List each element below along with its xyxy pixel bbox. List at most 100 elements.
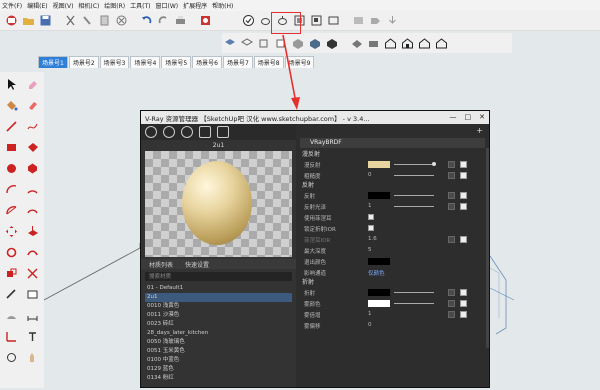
- materials-tab-icon[interactable]: [145, 126, 157, 138]
- fog-mult-value[interactable]: 1: [368, 311, 372, 317]
- scene-tab-2[interactable]: 场景号2: [68, 56, 99, 68]
- move-icon[interactable]: [2, 222, 20, 240]
- list-item[interactable]: 0010 浅黄色: [145, 302, 292, 311]
- list-item[interactable]: 0129 蓝色: [145, 365, 292, 374]
- enable-checkbox[interactable]: [460, 300, 467, 307]
- reflection-color-swatch[interactable]: [368, 192, 390, 199]
- gloss-slider[interactable]: [394, 206, 434, 207]
- paste-icon[interactable]: [97, 13, 112, 28]
- eraser-icon[interactable]: [23, 75, 41, 93]
- list-item[interactable]: 0100 中蓝色: [145, 356, 292, 365]
- settings-tab-icon[interactable]: [217, 126, 229, 138]
- section-diffuse[interactable]: 漫反射: [296, 150, 489, 159]
- list-item[interactable]: 2u1: [145, 293, 292, 302]
- eraser-pink-icon[interactable]: [23, 96, 41, 114]
- render-elements-tab-icon[interactable]: [199, 126, 211, 138]
- exit-color-swatch[interactable]: [368, 258, 390, 265]
- list-item[interactable]: 0134 粉红: [145, 374, 292, 383]
- right-view-icon[interactable]: [400, 36, 415, 51]
- menu-draw[interactable]: 绘图(R): [104, 1, 125, 10]
- fog-bias-value[interactable]: 0: [368, 322, 372, 328]
- refraction-slider[interactable]: [394, 292, 434, 293]
- select-arrow-icon[interactable]: [2, 75, 20, 93]
- enable-checkbox[interactable]: [460, 161, 467, 168]
- map-button[interactable]: [448, 161, 455, 168]
- map-button[interactable]: [448, 311, 455, 318]
- scene-tab-1[interactable]: 场景号1: [38, 56, 68, 68]
- brdf-header[interactable]: VRayBRDF: [300, 138, 485, 148]
- scale-icon[interactable]: [2, 264, 20, 282]
- map-button[interactable]: [448, 289, 455, 296]
- new-file-icon[interactable]: [4, 13, 19, 28]
- rotate-icon[interactable]: [2, 243, 20, 261]
- roughness-slider[interactable]: [394, 175, 434, 176]
- monochrome-icon[interactable]: [324, 36, 339, 51]
- lock-ior-checkbox[interactable]: [368, 225, 374, 231]
- tag-icon[interactable]: [368, 13, 383, 28]
- rotated-rectangle-icon[interactable]: [23, 138, 41, 156]
- offset-icon[interactable]: [23, 264, 41, 282]
- menu-tools[interactable]: 工具(T): [130, 1, 150, 10]
- scene-tab-5[interactable]: 场景号5: [161, 56, 192, 68]
- pencil-line-icon[interactable]: [2, 117, 20, 135]
- scene-tab-6[interactable]: 场景号6: [192, 56, 222, 68]
- menu-view[interactable]: 视图(V): [53, 1, 74, 10]
- list-item[interactable]: 28_days_later_kitchen: [145, 329, 292, 338]
- list-item[interactable]: 0023 砖红: [145, 320, 292, 329]
- scene-tab-3[interactable]: 场景号3: [99, 56, 130, 68]
- hidden-line-icon[interactable]: [273, 36, 288, 51]
- section-refraction[interactable]: 折射: [296, 278, 489, 287]
- top-view-icon[interactable]: [366, 36, 381, 51]
- menu-extensions[interactable]: 扩展程序: [183, 1, 207, 10]
- fog-color-swatch[interactable]: [368, 300, 390, 307]
- erase-icon[interactable]: [114, 13, 129, 28]
- menu-camera[interactable]: 相机(C): [78, 1, 99, 10]
- minimize-button[interactable]: —: [450, 113, 457, 121]
- section-reflection[interactable]: 反射: [296, 181, 489, 190]
- redo-icon[interactable]: [156, 13, 171, 28]
- circle-icon[interactable]: [2, 159, 20, 177]
- parameters-scrollbar[interactable]: [486, 148, 489, 348]
- copy-icon[interactable]: [80, 13, 95, 28]
- left-view-icon[interactable]: [434, 36, 449, 51]
- scene-tab-9[interactable]: 场景号9: [284, 56, 315, 68]
- material-search-input[interactable]: 搜索材质: [145, 272, 292, 281]
- freehand-icon[interactable]: [23, 117, 41, 135]
- enable-checkbox[interactable]: [460, 203, 467, 210]
- vray-title-bar[interactable]: V-Ray 资源管理器 【SketchUp吧 汉化 www.sketchupba…: [141, 111, 489, 124]
- geometry-tab-icon[interactable]: [181, 126, 193, 138]
- axes-icon[interactable]: [2, 327, 20, 345]
- affect-channels-select[interactable]: 仅颜色: [368, 269, 385, 277]
- diffuse-slider[interactable]: [394, 164, 434, 165]
- enable-checkbox[interactable]: [460, 311, 467, 318]
- save-icon[interactable]: [38, 13, 53, 28]
- text-icon[interactable]: [23, 285, 41, 303]
- protractor-icon[interactable]: [2, 306, 20, 324]
- region-render-icon[interactable]: [309, 13, 324, 28]
- menu-file[interactable]: 文件(F): [2, 1, 22, 10]
- push-pull-icon[interactable]: [23, 222, 41, 240]
- add-button[interactable]: +: [476, 126, 483, 135]
- slider-knob[interactable]: [432, 162, 436, 166]
- menu-edit[interactable]: 编辑(E): [27, 1, 47, 10]
- fog-slider[interactable]: [394, 303, 434, 304]
- tape-measure-icon[interactable]: [2, 285, 20, 303]
- open-folder-icon[interactable]: [21, 13, 36, 28]
- list-item[interactable]: 0011 沙漠色: [145, 311, 292, 320]
- rectangle-icon[interactable]: [2, 138, 20, 156]
- 3d-text-icon[interactable]: [23, 327, 41, 345]
- map-button[interactable]: [448, 192, 455, 199]
- shaded-texture-icon[interactable]: [307, 36, 322, 51]
- follow-me-icon[interactable]: [23, 243, 41, 261]
- dimension-icon[interactable]: [23, 306, 41, 324]
- fresnel-checkbox[interactable]: [368, 214, 374, 220]
- scene-tab-7[interactable]: 场景号7: [222, 56, 253, 68]
- map-button[interactable]: [448, 203, 455, 210]
- back-view-icon[interactable]: [417, 36, 432, 51]
- layer-icon[interactable]: [351, 13, 366, 28]
- xray-style-icon[interactable]: [222, 36, 237, 51]
- enable-checkbox[interactable]: [460, 236, 467, 243]
- arc-icon[interactable]: [2, 180, 20, 198]
- polygon-icon[interactable]: [23, 159, 41, 177]
- enable-checkbox[interactable]: [460, 289, 467, 296]
